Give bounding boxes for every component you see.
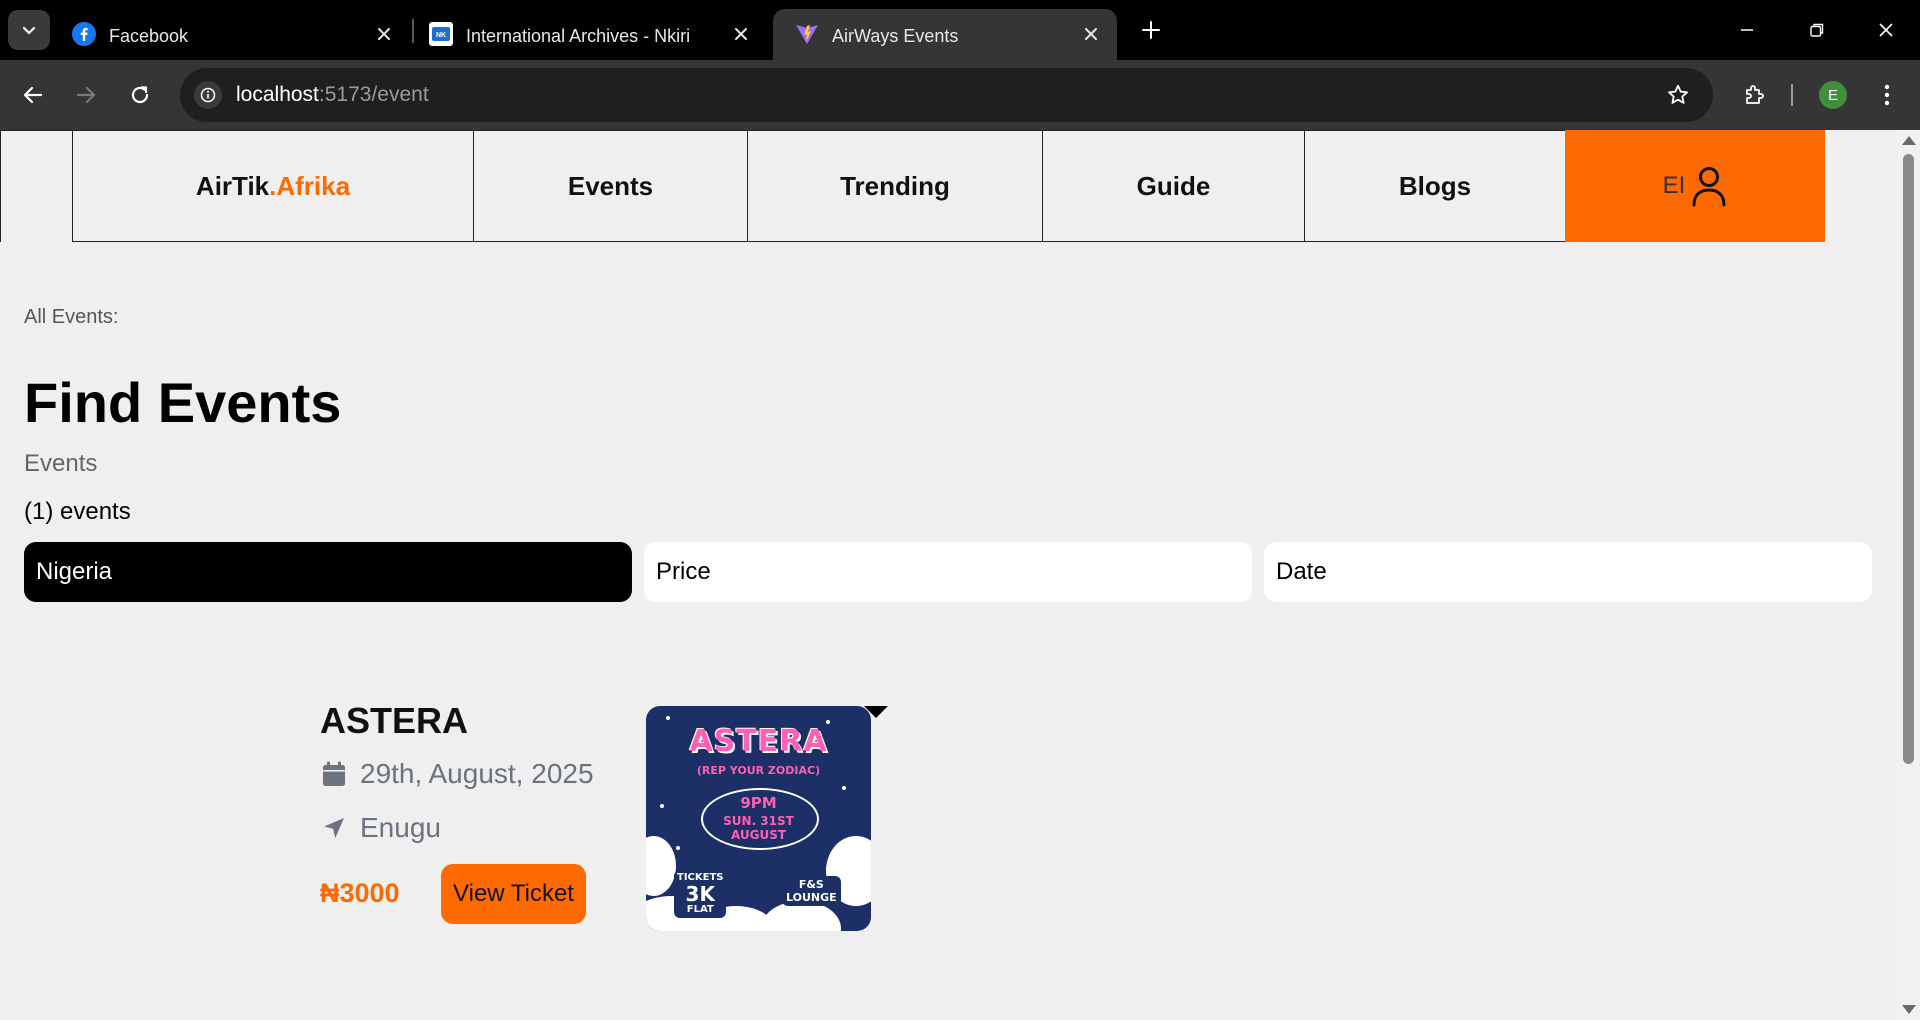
page-subtitle: Events — [24, 450, 98, 477]
event-poster-image[interactable]: ASTERA (REP YOUR ZODIAC) 9PM SUN. 31ST A… — [646, 706, 871, 931]
facebook-icon — [72, 22, 96, 46]
nkiri-icon: NK — [429, 22, 453, 46]
tab-close-icon[interactable] — [374, 24, 394, 44]
poster-dropdown-caret-icon[interactable] — [864, 706, 888, 718]
nav-link-trending[interactable]: Trending — [747, 130, 1043, 242]
tab-facebook[interactable]: Facebook — [50, 9, 410, 60]
profile-button[interactable]: E — [1813, 75, 1853, 115]
browser-menu-button[interactable] — [1867, 75, 1907, 115]
restore-button[interactable] — [1797, 12, 1837, 48]
view-ticket-button[interactable]: View Ticket — [441, 864, 586, 924]
tab-nkiri[interactable]: NK International Archives - Nkiri — [407, 9, 767, 60]
tab-search-button[interactable] — [8, 10, 50, 50]
tab-airways-events[interactable]: AirWays Events — [773, 9, 1117, 60]
event-location-row: Enugu — [320, 812, 441, 844]
user-icon — [1692, 167, 1726, 207]
date-filter[interactable]: Date — [1264, 542, 1872, 602]
calendar-icon — [320, 760, 348, 788]
scroll-down-icon[interactable] — [1902, 1005, 1916, 1014]
poster-date-line: AUGUST — [730, 828, 787, 842]
poster-decoration — [676, 846, 680, 850]
minimize-button[interactable] — [1727, 12, 1767, 48]
avatar: E — [1819, 81, 1847, 109]
brand-suffix: .Afrika — [269, 170, 351, 201]
browser-tabstrip: Facebook NK International Archives - Nki… — [0, 0, 1920, 60]
tab-close-icon[interactable] — [731, 24, 751, 44]
poster-decoration — [842, 786, 846, 790]
poster-venue-line: F&S — [798, 878, 824, 891]
url-host: localhost — [236, 83, 319, 106]
location-filter[interactable]: Nigeria — [24, 542, 632, 602]
forward-button[interactable] — [66, 75, 106, 115]
restore-icon — [1810, 23, 1824, 37]
browser-toolbar: localhost:5173/event E — [0, 60, 1920, 130]
scrollbar-thumb[interactable] — [1903, 154, 1914, 764]
minimize-icon — [1741, 29, 1753, 31]
poster-venue: F&S LOUNGE — [782, 876, 841, 906]
nav-link-guide[interactable]: Guide — [1042, 130, 1305, 242]
reload-icon — [131, 86, 149, 104]
tab-title: Facebook — [109, 26, 189, 46]
event-location: Enugu — [360, 812, 441, 843]
event-title: ASTERA — [320, 700, 469, 741]
arrow-left-icon — [23, 86, 43, 104]
close-window-button[interactable] — [1866, 12, 1906, 48]
scroll-up-icon[interactable] — [1902, 136, 1916, 145]
tab-close-icon[interactable] — [1081, 24, 1101, 44]
plus-icon — [1142, 21, 1160, 39]
page-viewport: AirTik .Afrika Events Trending Guide Blog… — [0, 130, 1897, 1020]
event-count: (1) events — [24, 498, 131, 525]
poster-date-line: SUN. 31ST — [723, 814, 794, 828]
toolbar-divider — [1791, 84, 1793, 106]
site-navbar: AirTik .Afrika Events Trending Guide Blog… — [0, 130, 1897, 242]
close-icon — [1879, 23, 1893, 37]
event-date: 29th, August, 2025 — [360, 758, 594, 789]
extensions-button[interactable] — [1734, 75, 1774, 115]
url-text: localhost:5173/event — [236, 83, 429, 107]
nav-link-blogs[interactable]: Blogs — [1304, 130, 1566, 242]
poster-decoration — [666, 716, 670, 720]
navbar-spacer — [0, 130, 72, 242]
nav-link-events[interactable]: Events — [473, 130, 748, 242]
user-account-button[interactable]: EI — [1565, 130, 1825, 242]
location-arrow-icon — [320, 814, 348, 842]
event-date-row: 29th, August, 2025 — [320, 758, 594, 790]
poster-venue-line: LOUNGE — [786, 891, 837, 904]
poster-cloud — [646, 836, 676, 896]
poster-date: SUN. 31ST AUGUST — [646, 814, 871, 842]
tab-title: International Archives - Nkiri — [466, 26, 691, 46]
new-tab-button[interactable] — [1135, 14, 1167, 46]
brand-name: AirTik — [195, 170, 270, 201]
vite-icon — [796, 25, 818, 44]
user-initials: EI — [1662, 172, 1686, 199]
bookmark-star-icon[interactable] — [1665, 82, 1691, 108]
arrow-right-icon — [76, 86, 96, 104]
poster-time: 9PM — [740, 794, 777, 812]
back-button[interactable] — [13, 75, 53, 115]
url-path: :5173/event — [318, 83, 429, 106]
site-info-icon[interactable] — [194, 81, 222, 109]
brand-logo[interactable]: AirTik .Afrika — [72, 130, 474, 242]
address-bar[interactable]: localhost:5173/event — [180, 68, 1713, 122]
more-vertical-icon — [1884, 84, 1890, 106]
svg-text:NK: NK — [436, 32, 446, 39]
event-price: ₦3000 — [320, 878, 400, 908]
puzzle-icon — [1746, 85, 1764, 104]
poster-tickets-price: 3K — [685, 882, 715, 906]
reload-button[interactable] — [120, 75, 160, 115]
poster-headline: ASTERA — [689, 724, 828, 759]
poster-tagline: (REP YOUR ZODIAC) — [696, 764, 821, 777]
price-filter[interactable]: Price — [644, 542, 1252, 602]
chevron-down-icon — [22, 26, 36, 35]
page-scrollbar[interactable] — [1897, 130, 1920, 1020]
tab-title: AirWays Events — [832, 26, 959, 46]
breadcrumb: All Events: — [24, 306, 119, 328]
page-title: Find Events — [24, 371, 342, 434]
poster-tickets: TICKETS 3K FLAT — [674, 870, 727, 918]
poster-tickets-note: FLAT — [686, 904, 714, 915]
